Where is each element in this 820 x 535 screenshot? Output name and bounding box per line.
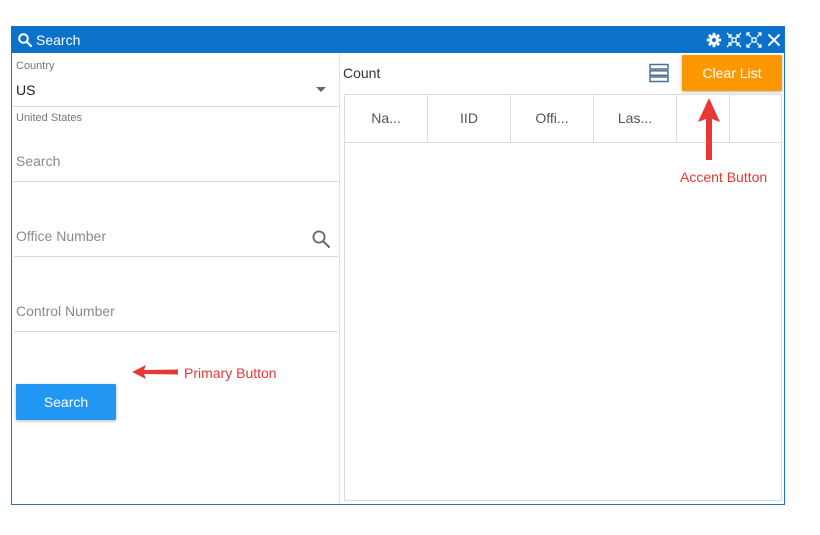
primary-annotation-arrow [132, 365, 178, 379]
shrink-icon[interactable] [726, 32, 742, 48]
accent-annotation-arrow [698, 98, 720, 160]
office-number-underline [14, 256, 338, 257]
expand-icon[interactable] [746, 32, 762, 48]
control-number-input[interactable] [16, 300, 306, 322]
search-icon[interactable] [311, 229, 331, 249]
search-form: Country US United States Search [12, 53, 339, 504]
search-window: Search Country US United States Search O… [11, 26, 785, 505]
column-header-iid[interactable]: IID [428, 95, 511, 142]
window-title: Search [36, 32, 81, 48]
clear-list-button[interactable]: Clear List [682, 55, 782, 91]
close-icon[interactable] [766, 32, 782, 48]
gear-icon[interactable] [706, 32, 722, 48]
country-underline [14, 106, 338, 107]
column-header-last[interactable]: Las... [594, 95, 677, 142]
country-value: US [16, 82, 36, 98]
office-number-input[interactable] [16, 225, 306, 247]
search-underline [14, 181, 338, 182]
primary-annotation-label: Primary Button [184, 365, 277, 381]
table-body [345, 143, 781, 500]
title-bar: Search [12, 27, 784, 53]
chevron-down-icon [316, 87, 326, 92]
column-header-office[interactable]: Offi... [511, 95, 594, 142]
search-input[interactable] [16, 150, 306, 172]
country-label: Country [16, 60, 55, 72]
country-helper-text: United States [16, 112, 83, 124]
column-header-6[interactable] [730, 95, 781, 142]
column-header-name[interactable]: Na... [345, 95, 428, 142]
control-number-underline [14, 331, 338, 332]
country-select[interactable]: US [12, 73, 339, 101]
search-icon [18, 33, 33, 48]
accent-annotation-label: Accent Button [680, 169, 768, 185]
search-button[interactable]: Search [16, 384, 116, 420]
list-icon[interactable] [649, 63, 669, 83]
count-label: Count [343, 65, 381, 81]
